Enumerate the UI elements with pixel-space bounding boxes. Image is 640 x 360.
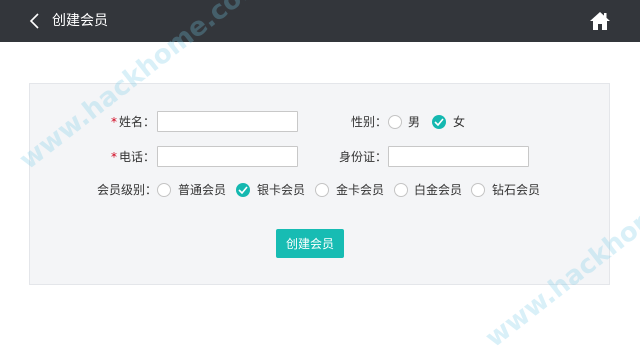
home-icon[interactable] (589, 11, 611, 31)
level-diamond-radio[interactable] (471, 183, 485, 197)
level-gold-label[interactable]: 金卡会员 (336, 182, 384, 198)
name-label: * 姓名： (111, 115, 156, 129)
page-title: 创建会员 (52, 13, 108, 29)
level-silver-label[interactable]: 银卡会员 (257, 182, 305, 198)
gender-male-radio[interactable] (388, 115, 402, 129)
phone-input[interactable] (157, 146, 298, 167)
level-silver-radio[interactable] (236, 183, 250, 197)
level-platinum-label[interactable]: 白金会员 (414, 182, 462, 198)
create-member-button[interactable]: 创建会员 (276, 229, 344, 258)
gender-label: 性别： (351, 115, 388, 129)
member-level-label: 会员级别： (97, 183, 158, 197)
level-regular-radio[interactable] (157, 183, 171, 197)
level-gold-radio[interactable] (315, 183, 329, 197)
gender-male-label[interactable]: 男 (408, 114, 420, 130)
level-platinum-radio[interactable] (394, 183, 408, 197)
gender-female-radio[interactable] (432, 115, 446, 129)
back-arrow-icon[interactable] (26, 11, 44, 31)
id-card-input[interactable] (388, 146, 529, 167)
id-card-label: 身份证： (339, 150, 388, 164)
level-diamond-label[interactable]: 钻石会员 (492, 182, 540, 198)
name-input[interactable] (157, 111, 298, 132)
level-regular-label[interactable]: 普通会员 (178, 182, 226, 198)
top-bar: 创建会员 (0, 0, 640, 42)
phone-label: * 电话： (111, 150, 156, 164)
gender-female-label[interactable]: 女 (453, 114, 465, 130)
